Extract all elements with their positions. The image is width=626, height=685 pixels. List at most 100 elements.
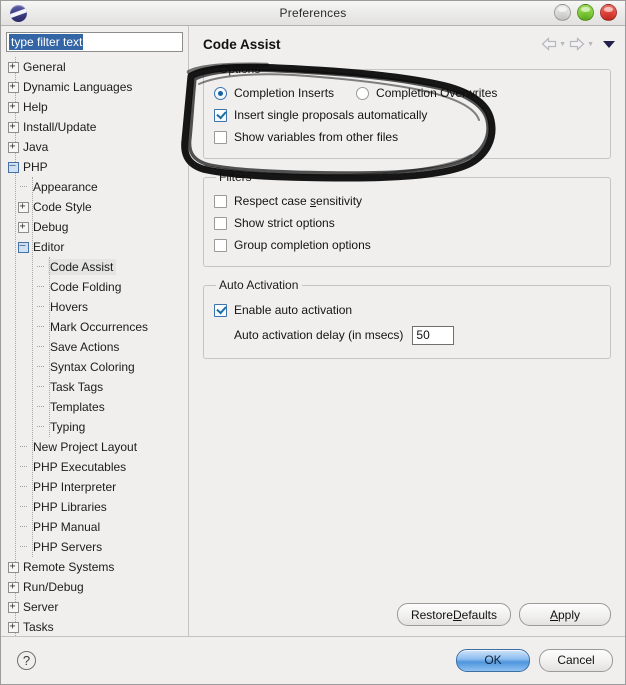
tree-leaf-icon — [33, 357, 48, 377]
triangle-down-icon[interactable] — [603, 40, 615, 48]
checkbox-enable-auto-activation[interactable] — [214, 303, 227, 317]
tree-item-label: Hovers — [50, 300, 89, 314]
radio-completion-inserts[interactable] — [214, 86, 227, 100]
tree-item-run-debug[interactable]: Run/Debug — [6, 577, 183, 597]
arrow-right-icon — [569, 37, 585, 51]
tree-item-remote-systems[interactable]: Remote Systems — [6, 557, 183, 577]
collapse-icon[interactable] — [16, 237, 31, 257]
tree-item-label: New Project Layout — [33, 440, 138, 454]
tree-leaf-icon — [33, 317, 48, 337]
show-variables-row: Show variables from other files — [214, 126, 600, 148]
title-bar[interactable]: Preferences — [1, 1, 625, 26]
forward-button[interactable]: ▼ — [568, 37, 594, 51]
show-strict-row: Show strict options — [214, 212, 600, 234]
auto-activation-delay-value: 50 — [416, 328, 430, 342]
checkbox-respect-case-sensitivity[interactable] — [214, 194, 227, 208]
tree-item-label: Server — [23, 600, 59, 614]
arrow-left-icon — [541, 37, 557, 51]
tree-leaf-icon — [33, 297, 48, 317]
expand-icon[interactable] — [16, 197, 31, 217]
tree-item-label: PHP Libraries — [33, 500, 107, 514]
tree-item-server[interactable]: Server — [6, 597, 183, 617]
page-header: Code Assist ▼ ▼ — [189, 26, 625, 62]
tree-item-tasks[interactable]: Tasks — [6, 617, 183, 636]
checkbox-group-completion-options[interactable] — [214, 238, 227, 252]
tree-leaf-icon — [16, 457, 31, 477]
cancel-button[interactable]: Cancel — [539, 648, 613, 672]
tree-item-label: Debug — [33, 220, 69, 234]
preference-tree-panel: type filter text General Dynamic Language… — [1, 26, 189, 636]
checkbox-show-variables-label: Show variables from other files — [234, 130, 399, 144]
tree-item-label: Tasks — [23, 620, 54, 634]
tree-item-install-update[interactable]: Install/Update — [6, 117, 183, 137]
collapse-icon[interactable] — [6, 157, 21, 177]
apply-button[interactable]: Apply — [519, 603, 611, 626]
tree-leaf-icon — [16, 517, 31, 537]
tree-item-label: Task Tags — [50, 380, 104, 394]
expand-icon[interactable] — [6, 97, 21, 117]
tree-item-label: PHP Interpreter — [33, 480, 117, 494]
tree-leaf-icon — [33, 377, 48, 397]
tree-item-php[interactable]: PHP — [6, 157, 183, 177]
expand-icon[interactable] — [16, 217, 31, 237]
expand-icon[interactable] — [6, 117, 21, 137]
page-title: Code Assist — [203, 36, 281, 52]
back-button[interactable]: ▼ — [540, 37, 566, 51]
tree-item-dynamic-languages[interactable]: Dynamic Languages — [6, 77, 183, 97]
tree-item-label: Editor — [33, 240, 65, 254]
tree-item-label: Code Style — [33, 200, 92, 214]
tree-item-java[interactable]: Java — [6, 137, 183, 157]
checkbox-show-strict-options[interactable] — [214, 216, 227, 230]
filters-group-legend: Filters — [219, 170, 252, 184]
auto-activation-group-legend: Auto Activation — [219, 278, 299, 292]
tree-item-label: Remote Systems — [23, 560, 115, 574]
checkbox-insert-single-proposals[interactable] — [214, 108, 227, 122]
tree-item-label: Typing — [50, 420, 86, 434]
question-mark-icon[interactable]: ? — [17, 650, 36, 670]
tree-leaf-icon — [33, 397, 48, 417]
tree-item-label: PHP Manual — [33, 520, 101, 534]
dialog-footer: ? OK Cancel — [1, 636, 625, 683]
preference-tree[interactable]: General Dynamic Languages Help Install/Upda… — [6, 57, 183, 636]
window-controls — [554, 4, 617, 21]
tree-item-label: Save Actions — [50, 340, 120, 354]
dialog-body: type filter text General Dynamic Language… — [1, 26, 625, 636]
tree-item-general[interactable]: General — [6, 57, 183, 77]
ok-button[interactable]: OK — [456, 648, 530, 672]
tree-item-label: PHP — [23, 160, 48, 174]
auto-activation-delay-input[interactable]: 50 — [412, 325, 455, 345]
checkbox-show-variables[interactable] — [214, 130, 227, 144]
expand-icon[interactable] — [6, 577, 21, 597]
filters-group: Filters Respect case sensitivity Show st… — [203, 170, 611, 267]
options-group-legend: Options — [219, 62, 261, 76]
expand-icon[interactable] — [6, 597, 21, 617]
restore-defaults-button[interactable]: Restore Defaults — [396, 603, 511, 626]
close-orb-icon[interactable] — [600, 4, 617, 21]
tree-item-label: Mark Occurrences — [50, 320, 149, 334]
checkbox-respect-case-sensitivity-label: Respect case sensitivity — [234, 194, 363, 208]
tree-item-label: Java — [23, 140, 49, 154]
radio-completion-inserts-label: Completion Inserts — [234, 86, 335, 100]
checkbox-show-strict-options-label: Show strict options — [234, 216, 335, 230]
expand-icon[interactable] — [6, 617, 21, 636]
expand-icon[interactable] — [6, 137, 21, 157]
expand-icon[interactable] — [6, 557, 21, 577]
radio-completion-overwrites[interactable] — [356, 86, 370, 100]
search-input[interactable]: type filter text — [6, 32, 183, 52]
expand-icon[interactable] — [6, 77, 21, 97]
checkbox-group-completion-options-label: Group completion options — [234, 238, 371, 252]
tree-item-help[interactable]: Help — [6, 97, 183, 117]
tree-leaf-icon — [16, 537, 31, 557]
preferences-dialog: Preferences type filter text General Dyna… — [0, 0, 626, 685]
tree-leaf-icon — [33, 257, 48, 277]
preference-page: Code Assist ▼ ▼ Options Completion Inser… — [181, 26, 625, 636]
checkbox-insert-single-proposals-label: Insert single proposals automatically — [234, 108, 428, 122]
expand-icon[interactable] — [6, 57, 21, 77]
page-nav-tools: ▼ ▼ — [540, 37, 617, 51]
tree-item-label: PHP Servers — [33, 540, 103, 554]
window-title: Preferences — [279, 6, 347, 20]
tree-item-label: Help — [23, 100, 48, 114]
maximize-orb-icon[interactable] — [577, 4, 594, 21]
checkbox-enable-auto-activation-label: Enable auto activation — [234, 303, 353, 317]
minimize-orb-icon[interactable] — [554, 4, 571, 21]
